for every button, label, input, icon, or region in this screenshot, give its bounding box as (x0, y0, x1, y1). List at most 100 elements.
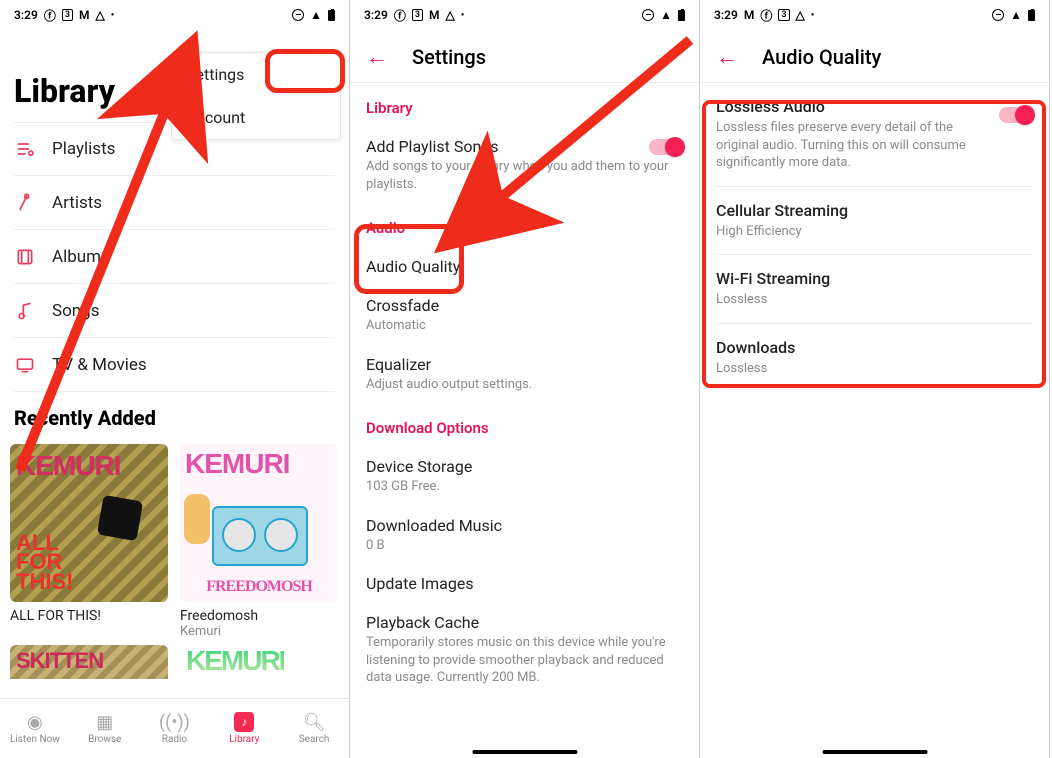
row-playback-cache[interactable]: Playback Cache Temporarily stores music … (366, 603, 683, 697)
row-sub: Automatic (366, 317, 683, 335)
toggle-add-playlist[interactable] (649, 139, 683, 155)
row-sub: Temporarily stores music on this device … (366, 634, 683, 687)
album-artist: Kemuri (180, 624, 338, 639)
search-icon: 🔍︎ (303, 712, 326, 732)
row-downloaded-music[interactable]: Downloaded Music 0 B (366, 506, 683, 565)
menu-settings[interactable]: Settings (172, 53, 340, 96)
row-update-images[interactable]: Update Images (366, 564, 683, 603)
gesture-bar (822, 750, 927, 754)
audio-quality-header: ← Audio Quality (700, 30, 1049, 83)
battery-icon (328, 10, 335, 21)
row-title: Downloaded Music (366, 516, 683, 535)
lib-label: Songs (52, 301, 100, 321)
dnd-icon (292, 9, 304, 21)
row-title: Audio Quality (366, 257, 683, 276)
row-lossless-audio[interactable]: Lossless Audio Lossless files preserve e… (716, 83, 1033, 187)
row-cellular-streaming[interactable]: Cellular Streaming High Efficiency (716, 187, 1033, 256)
status-time: 3:29 (364, 8, 388, 22)
status-time: 3:29 (714, 8, 738, 22)
toggle-lossless[interactable] (999, 107, 1033, 123)
playlist-icon (14, 139, 36, 159)
facebook-icon: ⓕ (44, 7, 56, 24)
row-downloads[interactable]: Downloads Lossless (716, 324, 1033, 392)
box3-icon: 3 (412, 9, 423, 21)
album-grid-peek: SKITTEN KEMURI (0, 639, 349, 679)
dnd-icon (642, 9, 654, 21)
box3-icon: 3 (778, 9, 789, 21)
back-button[interactable]: ← (716, 44, 738, 70)
lib-label: Playlists (52, 139, 115, 159)
facebook-icon: ⓕ (760, 7, 772, 24)
gmail-icon: M (744, 8, 755, 22)
drive-icon: △ (96, 8, 105, 22)
album-art-sub: ALLFORTHIS! (16, 533, 73, 592)
album-art: KEMURI ALLFORTHIS! (10, 444, 168, 602)
status-bar: 3:29 ⓕ 3 M △ • ▲ (350, 0, 699, 30)
back-button[interactable]: ← (366, 44, 388, 70)
tab-label: Search (299, 734, 330, 745)
dot-icon: • (811, 10, 815, 21)
screen-library: 3:29 ⓕ 3 M △ • ▲ Settings Account Librar… (0, 0, 350, 758)
row-title: Add Playlist Songs (366, 137, 683, 156)
row-sub: Adjust audio output settings. (366, 376, 683, 394)
album-grid: KEMURI ALLFORTHIS! ALL FOR THIS! KEMURI … (0, 444, 349, 639)
tab-label: Library (229, 734, 259, 745)
header-title: Settings (412, 45, 486, 69)
grid-icon: ▦ (96, 712, 113, 732)
radio-icon: ((•)) (159, 712, 190, 732)
row-device-storage[interactable]: Device Storage 103 GB Free. (366, 447, 683, 506)
tab-radio[interactable]: ((•)) Radio (140, 699, 210, 758)
menu-account[interactable]: Account (172, 96, 340, 139)
overflow-menu: Settings Account (171, 52, 341, 140)
wifi-icon: ▲ (660, 8, 672, 22)
lib-label: Albums (52, 247, 110, 267)
tab-browse[interactable]: ▦ Browse (70, 699, 140, 758)
lib-row-songs[interactable]: Songs (14, 284, 335, 338)
album-icon (14, 247, 36, 267)
dot-icon: • (461, 10, 465, 21)
gmail-icon: M (429, 8, 440, 22)
album-item[interactable]: KEMURI (180, 645, 338, 679)
tab-search[interactable]: 🔍︎ Search (279, 699, 349, 758)
tab-library[interactable]: ♪ Library (209, 699, 279, 758)
dot-icon: • (111, 10, 115, 21)
row-title: Device Storage (366, 457, 683, 476)
dnd-icon (992, 9, 1004, 21)
album-item[interactable]: SKITTEN (10, 645, 168, 679)
tv-icon (14, 355, 36, 375)
gesture-bar (472, 750, 577, 754)
row-equalizer[interactable]: Equalizer Adjust audio output settings. (366, 345, 683, 404)
row-sub: Lossless (716, 360, 976, 378)
facebook-icon: ⓕ (394, 7, 406, 24)
album-title: Freedomosh (180, 608, 338, 624)
header-title: Audio Quality (762, 45, 881, 69)
row-wifi-streaming[interactable]: Wi-Fi Streaming Lossless (716, 255, 1033, 324)
row-add-playlist-songs[interactable]: Add Playlist Songs Add songs to your lib… (366, 127, 683, 203)
lib-row-artists[interactable]: Artists (14, 176, 335, 230)
album-art-title: SKITTEN (16, 648, 103, 674)
tab-listen-now[interactable]: ◉ Listen Now (0, 699, 70, 758)
tab-label: Browse (88, 734, 121, 745)
row-audio-quality[interactable]: Audio Quality (366, 247, 683, 286)
library-categories: Playlists Artists Albums Songs TV & Movi… (0, 122, 349, 392)
row-title: Downloads (716, 338, 1033, 357)
box3-icon: 3 (62, 9, 73, 21)
row-sub: Lossless files preserve every detail of … (716, 119, 976, 172)
album-item[interactable]: KEMURI ALLFORTHIS! ALL FOR THIS! (10, 444, 168, 639)
wifi-icon: ▲ (310, 8, 322, 22)
row-title: Update Images (366, 574, 683, 593)
album-art-title: KEMURI (186, 645, 284, 677)
screen-settings: 3:29 ⓕ 3 M △ • ▲ ← Settings Library Add … (350, 0, 700, 758)
album-item[interactable]: KEMURI FREEDOMOSH Freedomosh Kemuri (180, 444, 338, 639)
album-art-title: KEMURI (185, 448, 289, 480)
section-library: Library (366, 83, 683, 127)
row-sub: Add songs to your library when you add t… (366, 158, 683, 193)
row-title: Crossfade (366, 296, 683, 315)
lib-row-tv[interactable]: TV & Movies (14, 338, 335, 392)
section-download: Download Options (366, 403, 683, 447)
row-crossfade[interactable]: Crossfade Automatic (366, 286, 683, 345)
status-bar: 3:29 M ⓕ 3 △ • ▲ (700, 0, 1049, 30)
lib-row-albums[interactable]: Albums (14, 230, 335, 284)
row-sub: 0 B (366, 537, 683, 555)
row-title: Equalizer (366, 355, 683, 374)
